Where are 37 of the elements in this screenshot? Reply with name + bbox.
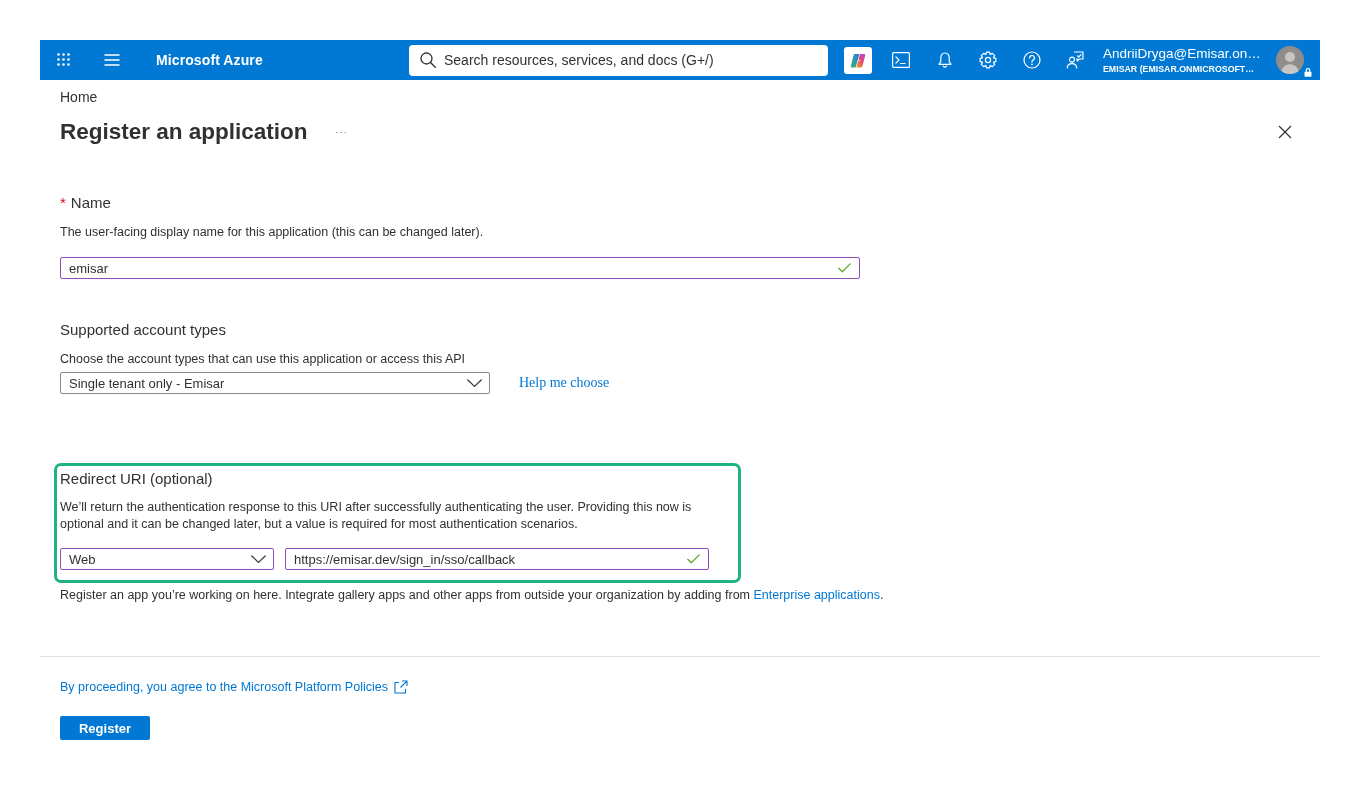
settings-icon[interactable] xyxy=(979,51,998,69)
page-title: Register an application xyxy=(60,118,308,146)
more-icon[interactable] xyxy=(335,131,346,134)
swirl-logo-icon[interactable] xyxy=(843,46,872,74)
field-description: We’ll return the authentication response to this URI after successfully authenticating the user. Providing this now is optional and it can be changed later, but a value is required for most authentication scenarios. xyxy=(60,499,693,533)
menu-icon[interactable] xyxy=(104,54,120,66)
bell-icon[interactable] xyxy=(937,52,952,68)
help-icon[interactable] xyxy=(1022,51,1041,69)
required-mark: * xyxy=(60,193,66,213)
name-field[interactable]: emisar xyxy=(60,257,860,279)
external-link-icon[interactable] xyxy=(393,680,408,694)
redirect-uri-field[interactable]: https://emisar.dev/sign_in/sso/callback xyxy=(285,548,709,570)
search-icon xyxy=(420,51,437,69)
brand-name[interactable]: Microsoft Azure xyxy=(156,52,263,68)
search-field[interactable]: Search resources, services, and docs (G+/) xyxy=(409,44,828,76)
info-text: Register an app you’re working on here. Integrate gallery apps and other apps from outside your organization by adding from Enterprise applications. xyxy=(60,587,884,603)
account-menu[interactable]: AndriiDryga@Emisar.on… EMISAR (EMISAR.ONMICROSOFT… xyxy=(1103,44,1267,76)
close-icon[interactable] xyxy=(1278,125,1292,139)
chevron-down-icon xyxy=(251,554,266,564)
field-description: The user-facing display name for this application (this can be changed later). xyxy=(60,224,484,240)
breadcrumb-link[interactable]: Home xyxy=(60,88,98,106)
terminal-icon[interactable] xyxy=(892,52,911,68)
enterprise-applications-link[interactable]: Enterprise applications xyxy=(753,588,880,602)
feedback-icon[interactable] xyxy=(1066,51,1085,69)
policy-link[interactable]: By proceeding, you agree to the Microsoft Platform Policies xyxy=(60,679,388,695)
field-label: Redirect URI (optional) xyxy=(60,469,213,489)
platform-dropdown[interactable]: Web xyxy=(60,548,274,570)
field-label: Name xyxy=(70,193,111,213)
chevron-down-icon xyxy=(467,378,482,388)
field-description: Choose the account types that can use this application or access this API xyxy=(60,351,466,367)
help-link[interactable]: Help me choose xyxy=(519,375,610,391)
account-type-dropdown[interactable]: Single tenant only - Emisar xyxy=(60,372,490,394)
app-grid-icon[interactable] xyxy=(57,53,71,67)
avatar-icon[interactable] xyxy=(1276,46,1304,74)
field-label: Supported account types xyxy=(60,320,226,340)
register-button[interactable]: Register xyxy=(60,716,150,740)
lock-icon xyxy=(1304,67,1312,77)
